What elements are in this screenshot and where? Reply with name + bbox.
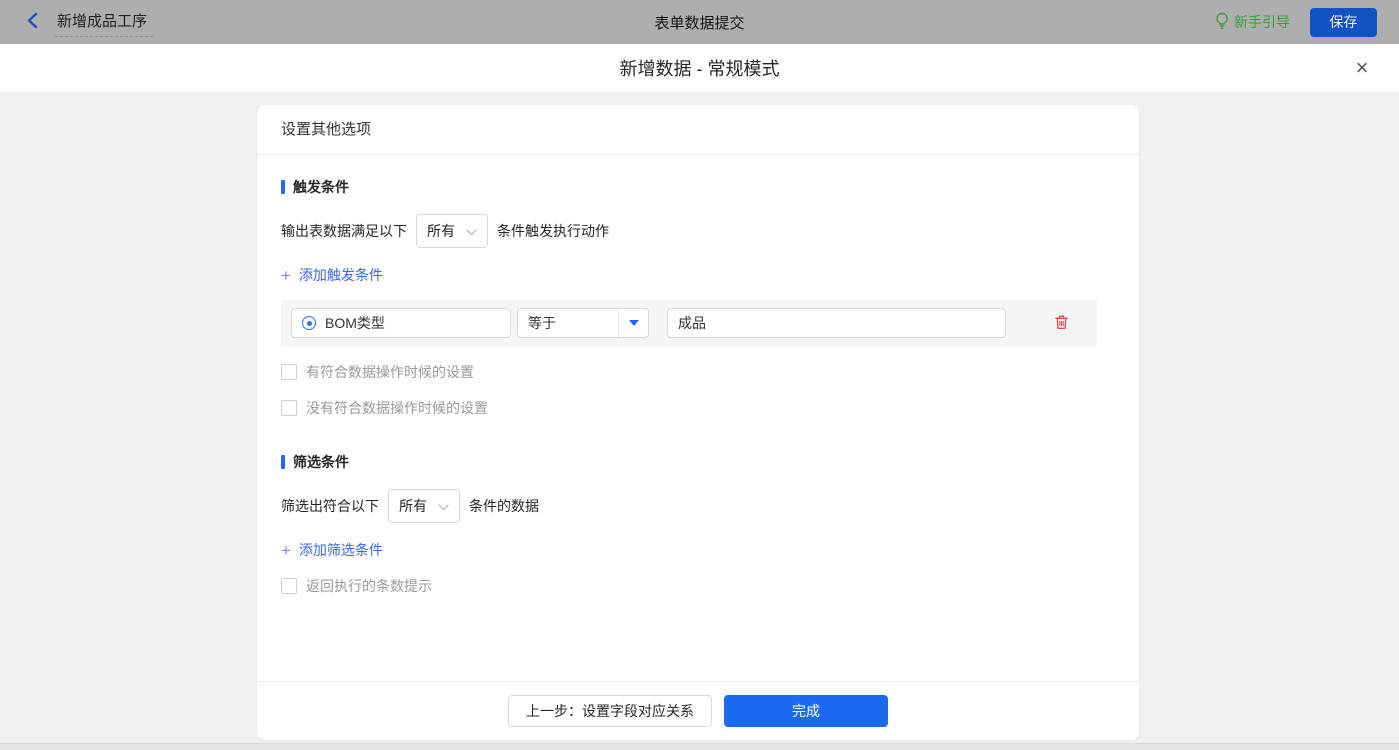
trigger-section-title: 触发条件 xyxy=(281,177,1115,197)
has-match-data-option: 有符合数据操作时候的设置 xyxy=(281,362,1115,382)
filter-section-label: 筛选条件 xyxy=(293,452,349,472)
top-bar-right: 新手引导 保存 xyxy=(1215,8,1377,37)
filter-match-select[interactable]: 所有 xyxy=(388,489,460,523)
lightbulb-icon xyxy=(1215,12,1229,32)
save-button[interactable]: 保存 xyxy=(1310,8,1377,37)
previous-step-button[interactable]: 上一步：设置字段对应关系 xyxy=(508,695,712,727)
no-match-data-option: 没有符合数据操作时候的设置 xyxy=(281,398,1115,418)
trigger-match-select[interactable]: 所有 xyxy=(416,214,488,248)
close-icon[interactable]: × xyxy=(1349,55,1375,81)
chevron-down-icon xyxy=(438,498,449,514)
plus-icon: + xyxy=(281,267,291,284)
return-count-label: 返回执行的条数提示 xyxy=(306,576,432,596)
condition-field-value: BOM类型 xyxy=(325,313,385,333)
add-filter-condition-link[interactable]: + 添加筛选条件 xyxy=(281,540,383,560)
operator-caret-cell[interactable] xyxy=(618,309,648,337)
workflow-title[interactable]: 新增成品工序 xyxy=(55,8,153,37)
dimmed-page-edge xyxy=(0,743,1399,750)
page-title: 表单数据提交 xyxy=(654,12,744,33)
no-match-data-label: 没有符合数据操作时候的设置 xyxy=(306,398,488,418)
trash-icon xyxy=(1054,314,1069,333)
trigger-match-sentence: 输出表数据满足以下 所有 条件触发执行动作 xyxy=(281,214,1115,248)
done-button[interactable]: 完成 xyxy=(724,695,888,727)
beginner-guide-label: 新手引导 xyxy=(1234,12,1290,32)
trigger-sentence-suffix: 条件触发执行动作 xyxy=(497,221,609,241)
condition-operator-select[interactable]: 等于 xyxy=(517,308,649,338)
condition-value-input[interactable] xyxy=(667,308,1006,338)
back-chevron-icon xyxy=(26,12,39,32)
add-filter-condition-label: 添加筛选条件 xyxy=(299,540,383,560)
condition-operator-value: 等于 xyxy=(518,313,618,333)
filter-sentence-suffix: 条件的数据 xyxy=(469,496,539,516)
top-bar: 新增成品工序 表单数据提交 新手引导 保存 xyxy=(0,0,1399,44)
no-match-data-checkbox[interactable] xyxy=(281,400,297,416)
trigger-condition-row: BOM类型 等于 xyxy=(281,300,1097,346)
back-button[interactable] xyxy=(26,12,39,32)
beginner-guide-link[interactable]: 新手引导 xyxy=(1215,12,1290,32)
trigger-sentence-prefix: 输出表数据满足以下 xyxy=(281,221,407,241)
return-count-option: 返回执行的条数提示 xyxy=(281,576,1115,596)
trigger-match-value: 所有 xyxy=(427,221,455,241)
filter-match-value: 所有 xyxy=(399,496,427,516)
delete-condition-button[interactable] xyxy=(1054,314,1069,333)
has-match-data-label: 有符合数据操作时候的设置 xyxy=(306,362,474,382)
panel-footer: 上一步：设置字段对应关系 完成 xyxy=(257,681,1139,740)
screen: 新增成品工序 表单数据提交 新手引导 保存 新增数据 - 常规模式 × 设置其他… xyxy=(0,0,1399,750)
modal-header: 新增数据 - 常规模式 × xyxy=(0,44,1399,93)
condition-field-select[interactable]: BOM类型 xyxy=(291,308,511,338)
has-match-data-checkbox[interactable] xyxy=(281,364,297,380)
caret-down-icon xyxy=(629,320,639,326)
modal-title: 新增数据 - 常规模式 xyxy=(620,55,780,81)
top-bar-left: 新增成品工序 xyxy=(26,8,153,37)
plus-icon: + xyxy=(281,542,291,559)
filter-match-sentence: 筛选出符合以下 所有 条件的数据 xyxy=(281,489,1115,523)
panel-body: 触发条件 输出表数据满足以下 所有 条件触发执行动作 + 添加触发条件 xyxy=(257,155,1139,596)
chevron-down-icon xyxy=(466,223,477,239)
filter-section-title: 筛选条件 xyxy=(281,452,1115,472)
field-type-radio-icon xyxy=(302,316,316,330)
return-count-checkbox[interactable] xyxy=(281,578,297,594)
modal-body: 设置其他选项 触发条件 输出表数据满足以下 所有 条件触发执行动作 xyxy=(0,93,1399,743)
add-trigger-condition-label: 添加触发条件 xyxy=(299,265,383,285)
trigger-section-label: 触发条件 xyxy=(293,177,349,197)
section-accent-bar xyxy=(281,455,285,469)
add-trigger-condition-link[interactable]: + 添加触发条件 xyxy=(281,265,383,285)
filter-sentence-prefix: 筛选出符合以下 xyxy=(281,496,379,516)
options-panel: 设置其他选项 触发条件 输出表数据满足以下 所有 条件触发执行动作 xyxy=(257,105,1139,740)
panel-header: 设置其他选项 xyxy=(257,105,1139,155)
section-accent-bar xyxy=(281,180,285,194)
